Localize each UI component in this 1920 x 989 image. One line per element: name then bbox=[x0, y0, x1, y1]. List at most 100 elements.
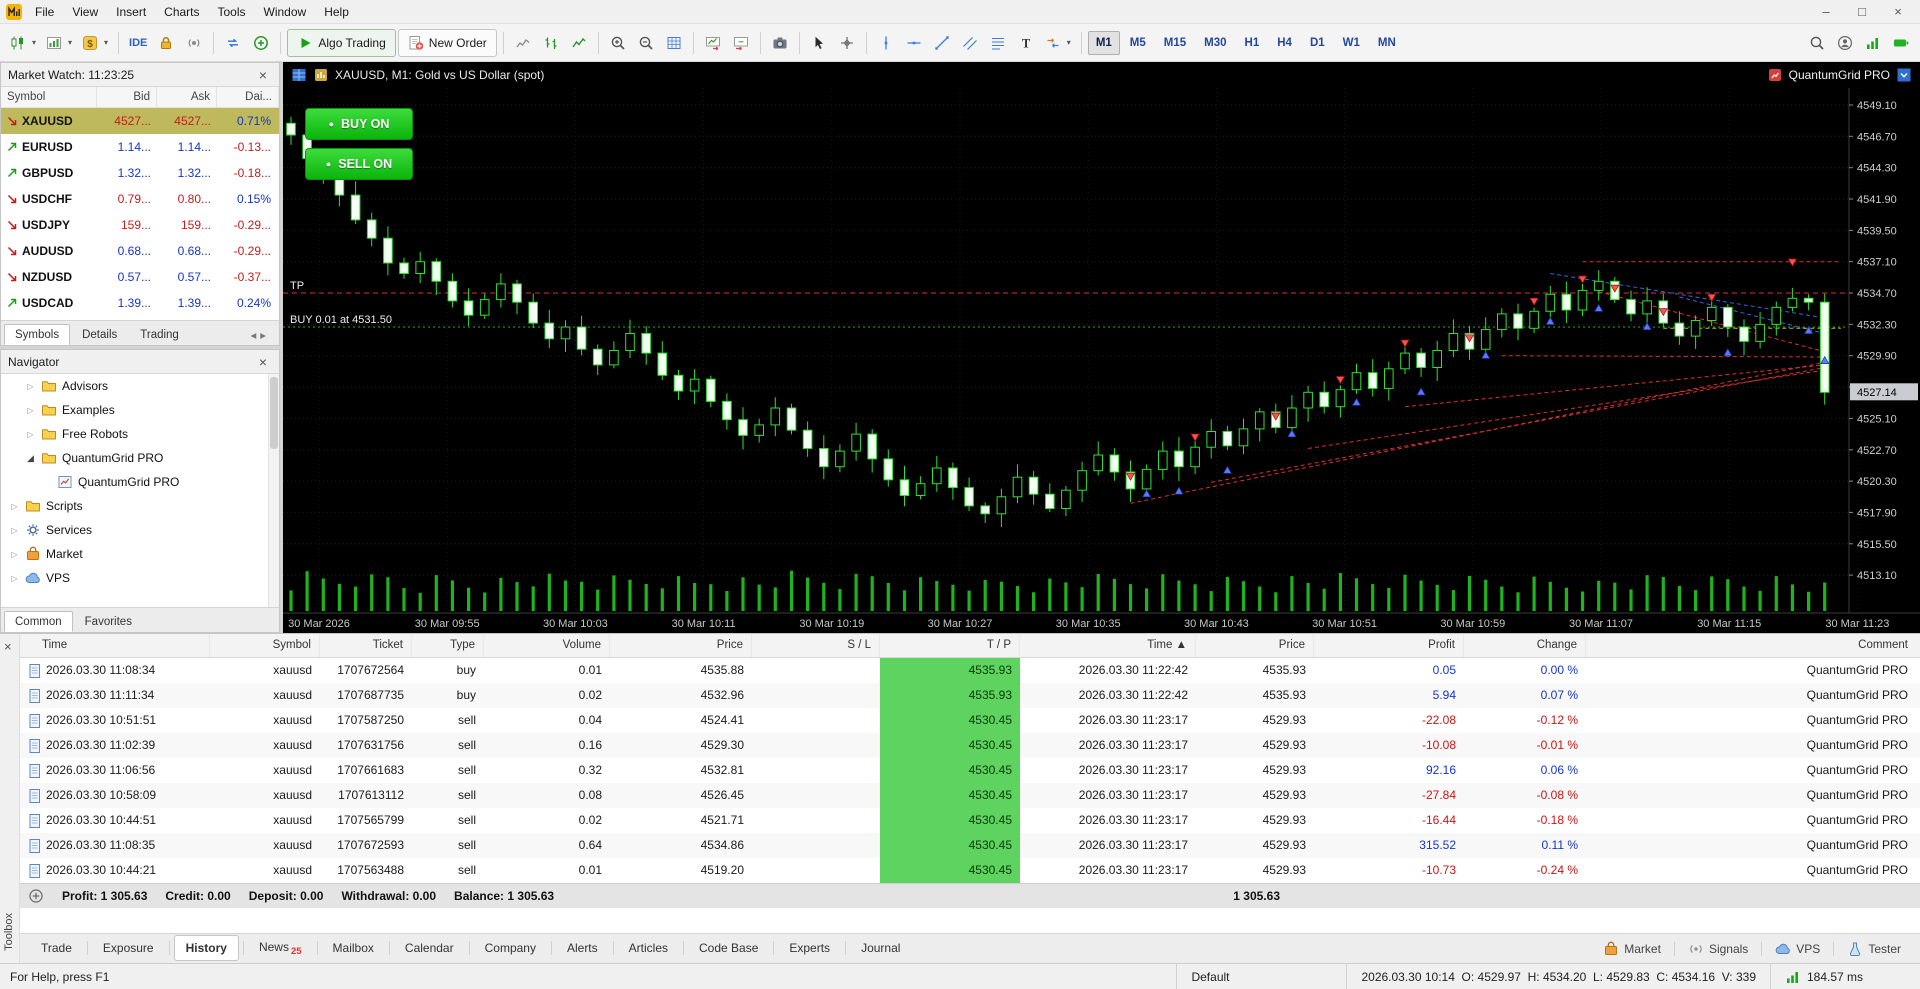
navigator-item-scripts-5[interactable]: ▷ Scripts bbox=[1, 494, 279, 518]
tick-chart-button[interactable] bbox=[510, 29, 536, 57]
toolbox-tab-news[interactable]: News 25 bbox=[248, 935, 313, 962]
column-header-type[interactable]: Type bbox=[412, 634, 484, 657]
market-watch-row-gbpusd[interactable]: GBPUSD 1.32... 1.32... -0.18... bbox=[1, 160, 279, 186]
text-tool-button[interactable]: T bbox=[1013, 29, 1039, 57]
line-chart-button[interactable] bbox=[566, 29, 592, 57]
toolbox-tab-company[interactable]: Company bbox=[474, 936, 547, 960]
timeframe-m15-button[interactable]: M15 bbox=[1156, 31, 1194, 55]
metaeditor-ide-button[interactable]: IDE bbox=[125, 29, 151, 57]
tab-symbols[interactable]: Symbols bbox=[4, 324, 71, 345]
column-header-change[interactable]: Change bbox=[1464, 634, 1586, 657]
depth-of-market-icon[interactable] bbox=[291, 67, 307, 83]
connection-status-button[interactable] bbox=[1860, 29, 1886, 57]
timeframe-m5-button[interactable]: M5 bbox=[1122, 31, 1154, 55]
history-row[interactable]: 2026.03.30 11:02:39 xauusd 1707631756 sell 0… bbox=[20, 733, 1920, 758]
history-row[interactable]: 2026.03.30 11:08:35 xauusd 1707672593 sell 0… bbox=[20, 833, 1920, 858]
trendline-button[interactable] bbox=[929, 29, 955, 57]
signals-button[interactable]: Signals bbox=[1679, 937, 1757, 961]
menu-charts[interactable]: Charts bbox=[155, 2, 208, 22]
column-header-dai-[interactable]: Dai... bbox=[217, 87, 279, 107]
market-watch-row-usdcad[interactable]: USDCAD 1.39... 1.39... 0.24% bbox=[1, 290, 279, 316]
collapse-arrow-icon[interactable]: ◢ bbox=[25, 453, 36, 464]
column-header-s-l[interactable]: S / L bbox=[752, 634, 880, 657]
timeframe-m30-button[interactable]: M30 bbox=[1196, 31, 1234, 55]
toolbox-tab-calendar[interactable]: Calendar bbox=[394, 936, 465, 960]
sell-on-button[interactable]: ● SELL ON bbox=[305, 148, 413, 180]
tab-trading[interactable]: Trading bbox=[129, 324, 190, 345]
screenshot-button[interactable] bbox=[767, 29, 793, 57]
profiles-button[interactable]: $ ▾ bbox=[78, 29, 112, 57]
menu-insert[interactable]: Insert bbox=[107, 2, 155, 22]
horizontal-line-button[interactable] bbox=[901, 29, 927, 57]
history-row[interactable]: 2026.03.30 10:44:21 xauusd 1707563488 sell 0… bbox=[20, 858, 1920, 883]
expand-arrow-icon[interactable]: ▷ bbox=[9, 502, 20, 511]
tab-common[interactable]: Common bbox=[4, 611, 73, 632]
tab-details[interactable]: Details bbox=[71, 324, 128, 345]
history-row[interactable]: 2026.03.30 11:11:34 xauusd 1707687735 buy 0.… bbox=[20, 683, 1920, 708]
column-header-symbol[interactable]: Symbol bbox=[210, 634, 320, 657]
history-row[interactable]: 2026.03.30 10:44:51 xauusd 1707565799 sell 0… bbox=[20, 808, 1920, 833]
market-watch-row-usdjpy[interactable]: USDJPY 159... 159... -0.29... bbox=[1, 212, 279, 238]
lock-button[interactable] bbox=[153, 29, 179, 57]
expand-arrow-icon[interactable]: ▷ bbox=[9, 550, 20, 559]
market-watch-row-eurusd[interactable]: EURUSD 1.14... 1.14... -0.13... bbox=[1, 134, 279, 160]
market-watch-row-nzdusd[interactable]: NZDUSD 0.57... 0.57... -0.37... bbox=[1, 264, 279, 290]
auto-scroll-button[interactable] bbox=[700, 29, 726, 57]
menu-tools[interactable]: Tools bbox=[209, 2, 255, 22]
profile-indicator[interactable]: Default bbox=[1176, 964, 1346, 989]
maximize-button[interactable]: □ bbox=[1844, 4, 1880, 19]
navigator-item-advisors-0[interactable]: ▷ Advisors bbox=[1, 374, 279, 398]
timeframe-d1-button[interactable]: D1 bbox=[1302, 31, 1333, 55]
navigator-item-quantumgrid-pro-4[interactable]: QuantumGrid PRO bbox=[1, 470, 279, 494]
navigator-item-services-6[interactable]: ▷ Services bbox=[1, 518, 279, 542]
timeframe-h1-button[interactable]: H1 bbox=[1237, 31, 1268, 55]
zoom-in-button[interactable] bbox=[605, 29, 631, 57]
column-header-profit[interactable]: Profit bbox=[1314, 634, 1464, 657]
open-chart-button[interactable]: ▾ bbox=[42, 29, 76, 57]
menu-file[interactable]: File bbox=[26, 2, 63, 22]
tester-button[interactable]: Tester bbox=[1838, 937, 1910, 961]
price-chart[interactable]: TP BUY 0.01 at 4531.50 4549.10 4546.70 4544.… bbox=[283, 88, 1920, 633]
close-button[interactable]: × bbox=[1880, 4, 1916, 19]
new-order-button[interactable]: New Order bbox=[397, 28, 497, 57]
column-header-ask[interactable]: Ask bbox=[157, 87, 217, 107]
column-header-price[interactable]: Price bbox=[610, 634, 752, 657]
column-header-price[interactable]: Price bbox=[1196, 634, 1314, 657]
chevron-down-icon[interactable] bbox=[1896, 67, 1912, 83]
tab-favorites[interactable]: Favorites bbox=[74, 611, 143, 632]
toolbox-tab-history[interactable]: History bbox=[173, 935, 239, 962]
toolbox-tab-alerts[interactable]: Alerts bbox=[556, 936, 609, 960]
minimize-button[interactable]: – bbox=[1808, 4, 1844, 19]
fibonacci-button[interactable] bbox=[985, 29, 1011, 57]
menu-help[interactable]: Help bbox=[315, 2, 358, 22]
account-button[interactable] bbox=[1832, 29, 1858, 57]
toolbox-tab-code-base[interactable]: Code Base bbox=[688, 936, 769, 960]
toolbox-tab-experts[interactable]: Experts bbox=[778, 936, 841, 960]
algo-trading-button[interactable]: Algo Trading bbox=[287, 28, 396, 57]
expand-arrow-icon[interactable]: ▷ bbox=[25, 430, 36, 439]
expand-arrow-icon[interactable]: ▷ bbox=[9, 574, 20, 583]
timeframe-m1-button[interactable]: M1 bbox=[1087, 30, 1120, 55]
chart-type-button[interactable]: ▾ bbox=[6, 29, 40, 57]
tab-scroll-arrows[interactable]: ◂▸ bbox=[244, 324, 276, 345]
timeframe-w1-button[interactable]: W1 bbox=[1335, 31, 1368, 55]
toolbox-tab-journal[interactable]: Journal bbox=[850, 936, 911, 960]
shapes-button[interactable]: ▾ bbox=[1041, 29, 1075, 57]
crosshair-button[interactable] bbox=[834, 29, 860, 57]
toolbox-side-label[interactable]: Toolbox bbox=[3, 913, 15, 951]
chart-shift-button[interactable] bbox=[728, 29, 754, 57]
cursor-button[interactable] bbox=[806, 29, 832, 57]
close-icon[interactable]: × bbox=[4, 639, 12, 654]
market-watch-row-xauusd[interactable]: XAUUSD 4527... 4527... 0.71% bbox=[1, 108, 279, 134]
navigator-scrollbar[interactable] bbox=[268, 374, 279, 607]
grid-button[interactable] bbox=[661, 29, 687, 57]
history-row[interactable]: 2026.03.30 11:06:56 xauusd 1707661683 sell 0… bbox=[20, 758, 1920, 783]
column-header-t-p[interactable]: T / P bbox=[880, 634, 1020, 657]
market-button[interactable]: Market bbox=[1594, 937, 1670, 961]
navigator-item-free-robots-2[interactable]: ▷ Free Robots bbox=[1, 422, 279, 446]
column-header-time[interactable]: Time bbox=[20, 634, 210, 657]
history-row[interactable]: 2026.03.30 10:51:51 xauusd 1707587250 sell 0… bbox=[20, 708, 1920, 733]
navigator-item-quantumgrid-pro-3[interactable]: ◢ QuantumGrid PRO bbox=[1, 446, 279, 470]
close-icon[interactable]: × bbox=[254, 353, 272, 371]
expand-arrow-icon[interactable]: ▷ bbox=[25, 382, 36, 391]
